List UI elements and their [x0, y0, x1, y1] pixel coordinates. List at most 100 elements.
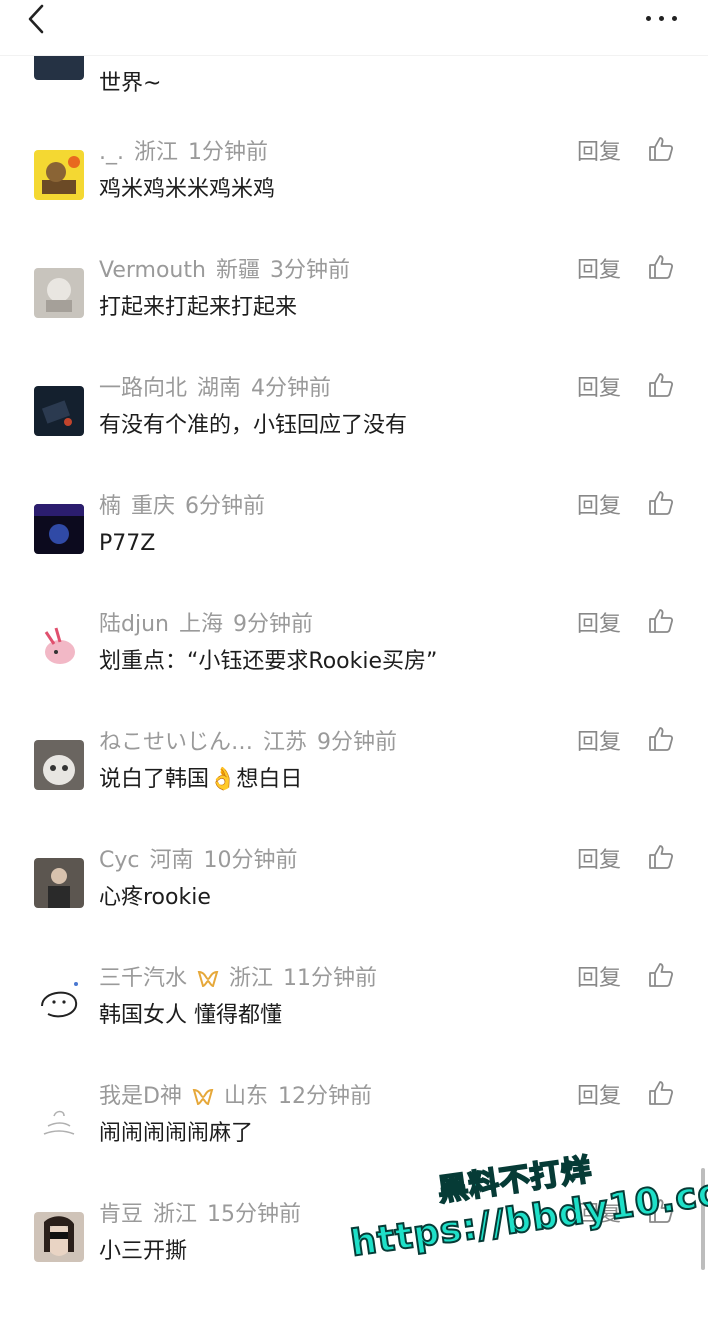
- comment-item: 我是D神 山东 12分钟前 闹闹闹闹闹麻了 回复: [0, 1081, 708, 1204]
- timestamp: 10分钟前: [203, 848, 298, 873]
- location: 江苏: [263, 730, 308, 755]
- like-button[interactable]: [648, 372, 674, 398]
- avatar[interactable]: [34, 268, 84, 318]
- comment-text: 韩国女人 懂得都懂: [99, 1003, 282, 1028]
- comment-text: 心疼rookie: [99, 885, 211, 910]
- username[interactable]: 陆djun: [99, 612, 169, 637]
- comment-meta: 楠重庆 6分钟前: [99, 492, 275, 522]
- comment-text: 鸡米鸡米米鸡米鸡: [99, 177, 276, 202]
- location: 湖南: [197, 376, 242, 401]
- vip-badge-icon: [192, 1088, 214, 1106]
- username[interactable]: 楠: [99, 494, 121, 519]
- comment-item: 楠重庆 6分钟前 P77Z 回复: [0, 491, 708, 614]
- like-button[interactable]: [648, 1198, 674, 1224]
- thumbs-up-icon: [649, 373, 674, 397]
- comment-item: ._. 浙江 1分钟前 鸡米鸡米米鸡米鸡 回复: [0, 137, 708, 260]
- timestamp: 11分钟前: [283, 966, 378, 991]
- comment-item: Vermouth 新疆 3分钟前 打起来打起来打起来 回复: [0, 255, 708, 378]
- reply-button[interactable]: 回复: [577, 256, 621, 286]
- more-horizontal-icon: [646, 16, 651, 21]
- reply-button[interactable]: 回复: [577, 1082, 621, 1112]
- avatar[interactable]: [34, 504, 84, 554]
- comment-item: 三千汽水 浙江 11分钟前 韩国女人 懂得都懂 回复: [0, 963, 708, 1086]
- scrollbar[interactable]: [701, 1168, 705, 1270]
- timestamp: 9分钟前: [317, 730, 398, 755]
- timestamp: 6分钟前: [185, 494, 266, 519]
- vip-badge-icon: [197, 970, 219, 988]
- comment-meta: ねこせいじん… 江苏 9分钟前: [99, 728, 407, 758]
- comment-item: 一路向北 湖南 4分钟前 有没有个准的，小钰回应了没有 回复: [0, 373, 708, 496]
- location: 新疆: [215, 258, 260, 283]
- thumbs-up-icon: [649, 609, 674, 633]
- reply-button[interactable]: 回复: [577, 610, 621, 640]
- comment-meta: 陆djun 上海 9分钟前: [99, 610, 323, 640]
- thumbs-up-icon: [649, 491, 674, 515]
- more-options-button[interactable]: [644, 6, 684, 30]
- back-button[interactable]: [18, 2, 54, 38]
- thumbs-up-icon: [649, 963, 674, 987]
- thumbs-up-icon: [649, 1081, 674, 1105]
- comment-text: P77Z: [99, 531, 156, 556]
- avatar[interactable]: [34, 386, 84, 436]
- location: 浙江: [153, 1202, 198, 1227]
- avatar[interactable]: [34, 858, 84, 908]
- top-navigation-bar: [0, 0, 708, 56]
- thumbs-up-icon: [649, 137, 674, 161]
- timestamp: 12分钟前: [277, 1084, 372, 1109]
- reply-button[interactable]: 回复: [577, 846, 621, 876]
- reply-button[interactable]: 回复: [577, 728, 621, 758]
- more-dot: [659, 16, 664, 21]
- comment-list: 世界~ ._. 浙江 1分钟前 鸡米鸡米米鸡米鸡 回复 Vermouth 新疆 …: [0, 0, 708, 1280]
- username[interactable]: 三千汽水: [99, 966, 187, 991]
- like-button[interactable]: [648, 254, 674, 280]
- like-button[interactable]: [648, 490, 674, 516]
- username[interactable]: 我是D神: [99, 1084, 182, 1109]
- comment-text: 小三开撕: [99, 1239, 188, 1264]
- like-button[interactable]: [648, 844, 674, 870]
- reply-button[interactable]: 回复: [577, 374, 621, 404]
- comment-meta: 三千汽水 浙江 11分钟前: [99, 964, 387, 994]
- username[interactable]: ねこせいじん…: [99, 730, 253, 755]
- thumbs-up-icon: [649, 1199, 674, 1223]
- comment-text: 说白了韩国👌想白日: [99, 767, 303, 792]
- location: 重庆: [131, 494, 176, 519]
- more-dot: [672, 16, 677, 21]
- username[interactable]: 一路向北: [99, 376, 187, 401]
- comment-text: 世界~: [99, 71, 162, 96]
- thumbs-up-icon: [649, 845, 674, 869]
- username[interactable]: ._.: [99, 140, 124, 165]
- comment-text: 闹闹闹闹闹麻了: [99, 1121, 254, 1146]
- comment-meta: Cyc 河南 10分钟前: [99, 846, 308, 876]
- reply-button[interactable]: 回复: [577, 964, 621, 994]
- avatar[interactable]: [34, 740, 84, 790]
- like-button[interactable]: [648, 608, 674, 634]
- comment-item: Cyc 河南 10分钟前 心疼rookie 回复: [0, 845, 708, 968]
- avatar[interactable]: [34, 622, 84, 672]
- username[interactable]: 肯豆: [99, 1202, 143, 1227]
- thumbs-up-icon: [649, 727, 674, 751]
- comment-meta: Vermouth 新疆 3分钟前: [99, 256, 360, 286]
- comment-meta: 肯豆 浙江 15分钟前: [99, 1200, 311, 1230]
- comment-item: ねこせいじん… 江苏 9分钟前 说白了韩国👌想白日 回复: [0, 727, 708, 850]
- comment-text: 打起来打起来打起来: [99, 295, 298, 320]
- location: 河南: [149, 848, 194, 873]
- like-button[interactable]: [648, 136, 674, 162]
- thumbs-up-icon: [649, 255, 674, 279]
- like-button[interactable]: [648, 962, 674, 988]
- like-button[interactable]: [648, 726, 674, 752]
- reply-button[interactable]: 回复: [577, 492, 621, 522]
- timestamp: 1分钟前: [188, 140, 269, 165]
- avatar[interactable]: [34, 976, 84, 1026]
- location: 山东: [223, 1084, 268, 1109]
- like-button[interactable]: [648, 1080, 674, 1106]
- avatar[interactable]: [34, 1212, 84, 1262]
- location: 浙江: [229, 966, 274, 991]
- username[interactable]: Cyc: [99, 848, 139, 873]
- location: 上海: [178, 612, 223, 637]
- avatar[interactable]: [34, 1094, 84, 1144]
- chevron-left-icon: [28, 4, 44, 34]
- avatar[interactable]: [34, 150, 84, 200]
- username[interactable]: Vermouth: [99, 258, 206, 283]
- reply-button[interactable]: 回复: [577, 138, 621, 168]
- reply-button[interactable]: 回复: [577, 1200, 621, 1230]
